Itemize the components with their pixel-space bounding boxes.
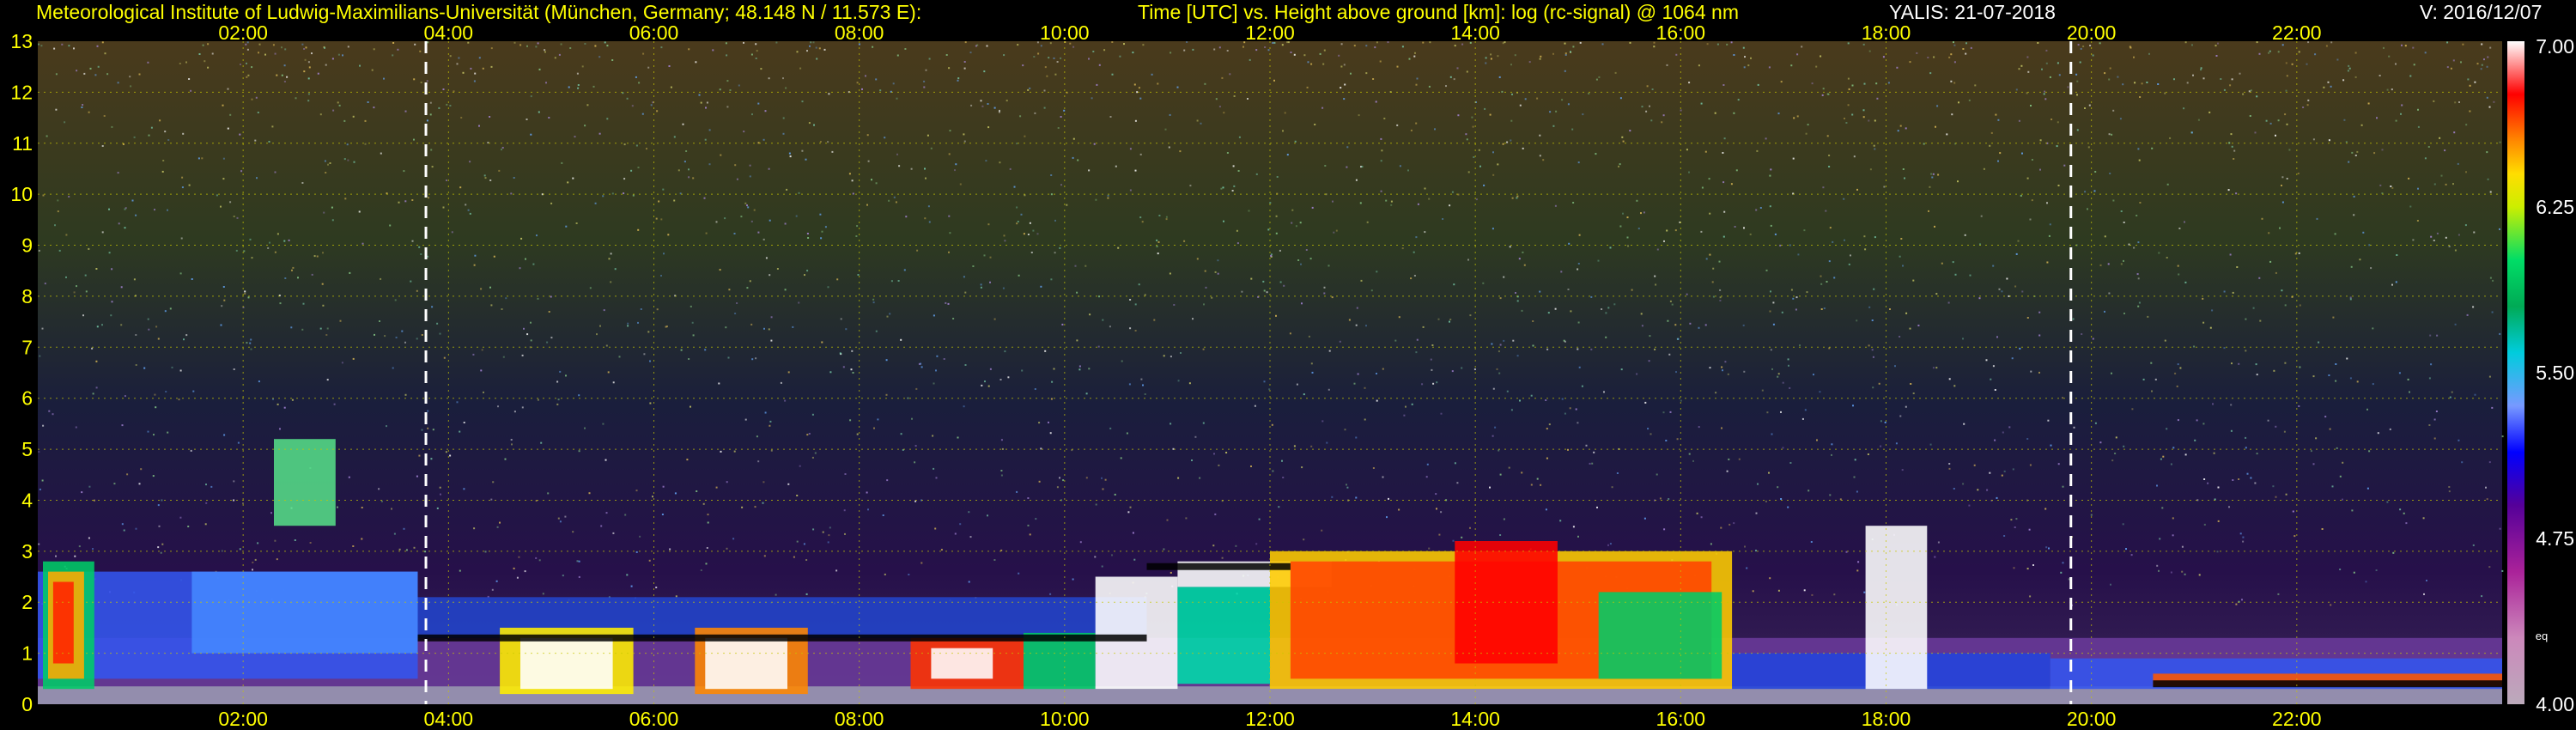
x-tick-top-1600: 16:00 xyxy=(1656,21,1706,44)
colorbar xyxy=(2507,41,2524,704)
colorbar-tick-7-00: 7.00 xyxy=(2536,35,2574,58)
y-tick-3: 3 xyxy=(21,540,33,563)
y-tick-9: 9 xyxy=(21,234,33,257)
x-tick-bottom-1000: 10:00 xyxy=(1040,708,1090,730)
colorbar-tick-6-25: 6.25 xyxy=(2536,196,2574,218)
y-tick-7: 7 xyxy=(21,336,33,358)
x-tick-bottom-1800: 18:00 xyxy=(1862,708,1911,730)
x-tick-top-1400: 14:00 xyxy=(1450,21,1500,44)
x-tick-top-0400: 04:00 xyxy=(424,21,474,44)
x-tick-bottom-2000: 20:00 xyxy=(2067,708,2117,730)
x-tick-bottom-0400: 04:00 xyxy=(424,708,474,730)
y-tick-12: 12 xyxy=(10,81,33,103)
y-tick-4: 4 xyxy=(21,489,33,511)
x-tick-bottom-0600: 06:00 xyxy=(629,708,679,730)
x-tick-top-0800: 08:00 xyxy=(835,21,884,44)
x-tick-top-1800: 18:00 xyxy=(1862,21,1911,44)
colorbar-tick-4-00: 4.00 xyxy=(2536,693,2574,715)
y-tick-0: 0 xyxy=(21,693,33,715)
x-tick-top-0600: 06:00 xyxy=(629,21,679,44)
y-axis-ticks: 012345678910111213 xyxy=(10,30,33,715)
x-tick-top-1200: 12:00 xyxy=(1245,21,1295,44)
colorbar-label: eq xyxy=(2536,630,2548,642)
colorbar-tick-4-75: 4.75 xyxy=(2536,527,2574,550)
x-tick-top-2200: 22:00 xyxy=(2272,21,2322,44)
y-tick-6: 6 xyxy=(21,387,33,410)
x-tick-bottom-2200: 22:00 xyxy=(2272,708,2322,730)
y-tick-13: 13 xyxy=(10,30,33,52)
y-tick-11: 11 xyxy=(12,132,33,155)
y-tick-10: 10 xyxy=(10,183,33,205)
x-tick-bottom-1600: 16:00 xyxy=(1656,708,1706,730)
y-tick-5: 5 xyxy=(21,438,33,460)
x-tick-top-1000: 10:00 xyxy=(1040,21,1090,44)
lidar-chart: 012345678910111213 02:0002:0004:0004:000… xyxy=(10,21,2574,730)
colorbar-tick-5-50: 5.50 xyxy=(2536,362,2574,384)
y-tick-8: 8 xyxy=(21,285,33,307)
x-tick-bottom-1400: 14:00 xyxy=(1450,708,1500,730)
y-tick-1: 1 xyxy=(21,642,33,665)
x-tick-bottom-0200: 02:00 xyxy=(218,708,268,730)
y-tick-2: 2 xyxy=(21,591,33,613)
x-tick-top-2000: 20:00 xyxy=(2067,21,2117,44)
x-tick-top-0200: 02:00 xyxy=(218,21,268,44)
x-tick-bottom-0800: 08:00 xyxy=(835,708,884,730)
x-tick-bottom-1200: 12:00 xyxy=(1245,708,1295,730)
colorbar-ticks: 7.00 6.25 5.50 4.75 4.00 eq xyxy=(2536,35,2574,715)
